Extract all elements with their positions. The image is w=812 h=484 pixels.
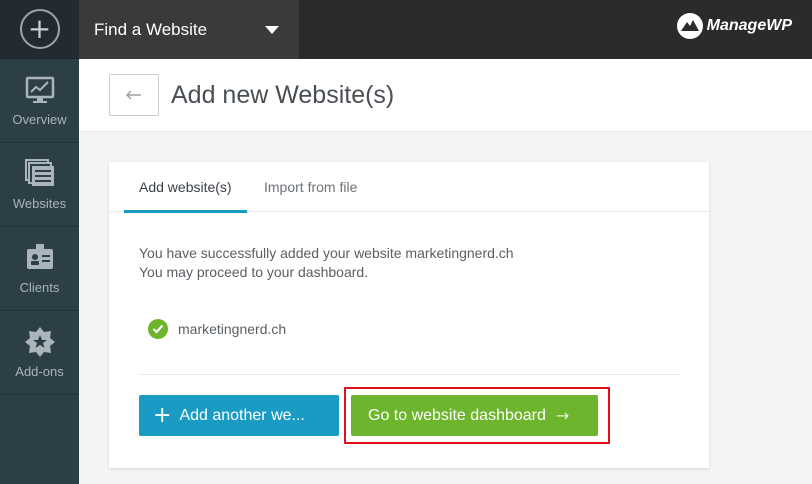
sidebar-item-label: Clients xyxy=(19,280,60,295)
id-badge-icon xyxy=(26,244,53,269)
monitor-chart-icon xyxy=(25,76,54,103)
find-website-dropdown[interactable]: Find a Website xyxy=(79,0,299,59)
caret-down-icon xyxy=(265,26,279,34)
tab-import-from-file[interactable]: Import from file xyxy=(264,162,357,212)
success-line-2: You may proceed to your dashboard. xyxy=(139,264,369,280)
plus-icon: + xyxy=(153,402,172,428)
sidebar-item-clients[interactable]: Clients xyxy=(0,227,79,311)
page-header: Add new Website(s) xyxy=(79,59,812,132)
arrow-right-icon: → xyxy=(555,406,570,425)
sidebar-item-label: Overview xyxy=(12,112,67,127)
logo[interactable]: ManageWP xyxy=(676,13,792,39)
add-website-card: Add website(s) Import from file You have… xyxy=(109,162,709,468)
page-title: Add new Website(s) xyxy=(171,81,395,109)
success-line-1: You have successfully added your website… xyxy=(139,245,514,261)
add-another-label: Add another we... xyxy=(179,406,305,424)
logo-text: ManageWP xyxy=(706,17,792,34)
go-to-dashboard-label: Go to website dashboard xyxy=(368,406,546,424)
sidebar-item-label: Add-ons xyxy=(15,364,64,379)
site-name: marketingnerd.ch xyxy=(178,321,287,337)
add-another-website-button[interactable]: + Add another we... xyxy=(139,395,339,436)
sidebar-item-overview[interactable]: Overview xyxy=(0,59,79,143)
sidebar: + Overview Websites Clients Add-ons xyxy=(0,0,79,484)
divider xyxy=(139,374,679,375)
sidebar-item-label: Websites xyxy=(12,196,67,211)
topbar: Find a Website ManageWP xyxy=(79,0,812,59)
sidebar-item-websites[interactable]: Websites xyxy=(0,143,79,227)
add-button[interactable]: + xyxy=(19,9,60,49)
arrow-left-icon xyxy=(125,90,141,100)
managewp-logo-icon xyxy=(676,13,703,39)
tab-add-websites[interactable]: Add website(s) xyxy=(124,162,247,213)
tabs: Add website(s) Import from file xyxy=(109,162,709,213)
success-message: You have successfully added your website… xyxy=(139,244,514,282)
check-circle-icon xyxy=(148,319,168,339)
sidebar-item-addons[interactable]: Add-ons xyxy=(0,311,79,395)
added-site-row: marketingnerd.ch xyxy=(148,319,286,339)
go-to-dashboard-button[interactable]: Go to website dashboard → xyxy=(351,395,598,436)
badge-star-icon xyxy=(24,327,55,357)
find-website-label: Find a Website xyxy=(94,19,208,39)
back-button[interactable] xyxy=(109,74,159,116)
sidebar-top: + xyxy=(0,0,79,59)
stack-icon xyxy=(24,159,54,186)
